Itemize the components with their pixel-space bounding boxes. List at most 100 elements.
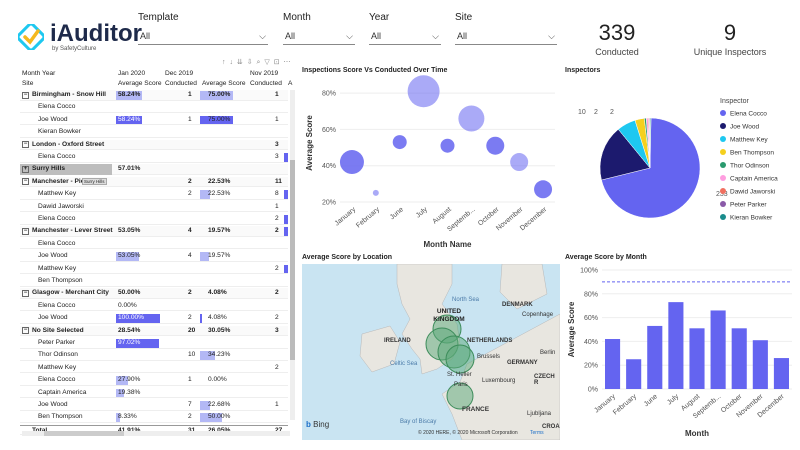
bubble-point[interactable]	[392, 135, 407, 150]
bubble-point[interactable]	[339, 150, 364, 175]
map-label: Celtic Sea	[390, 361, 418, 367]
bubble-point[interactable]	[372, 189, 379, 196]
table-row[interactable]: Matthew Key 2	[20, 264, 288, 275]
slicer-year-value: All	[371, 31, 382, 41]
row-label: Joe Wood	[38, 401, 68, 408]
header-dec-2019[interactable]: Dec 2019	[165, 70, 193, 77]
table-row[interactable]: Elena Cocco	[20, 102, 288, 114]
bubble-point[interactable]	[510, 153, 529, 172]
bar[interactable]	[647, 325, 663, 389]
legend-item[interactable]: Ben Thompson	[730, 150, 774, 157]
kpi-inspectors-value: 9	[723, 20, 737, 45]
table-row[interactable]: Joe Wood 100.00% 2 4.08% 2	[20, 313, 288, 324]
header-jan-2020[interactable]: Jan 2020	[118, 70, 145, 77]
bubble-point[interactable]	[534, 180, 553, 199]
bar[interactable]	[668, 302, 684, 389]
table-row[interactable]: Ben Thompson 8.33% 2 50.00%	[20, 412, 288, 424]
cell-conducted: 3	[275, 140, 279, 148]
table-row[interactable]: Elena Cocco	[20, 239, 288, 250]
map-terms-link[interactable]: Terms	[530, 430, 544, 436]
bar[interactable]	[752, 340, 768, 389]
x-tick-label: July	[415, 206, 429, 220]
legend-item[interactable]: Matthew Key	[730, 137, 768, 144]
bar[interactable]	[773, 358, 789, 389]
brand-sub: by SafetyCulture	[52, 46, 97, 52]
expand-icon[interactable]: +	[22, 165, 29, 173]
bar[interactable]	[626, 359, 642, 389]
slicer-year-dropdown[interactable]: All ⌵	[369, 28, 441, 45]
legend-marker	[720, 162, 726, 168]
avg-score-bar	[200, 314, 202, 323]
header-nov-2019[interactable]: Nov 2019	[250, 70, 278, 77]
header-site[interactable]: Site	[22, 80, 33, 87]
cell-conducted: 4	[188, 252, 192, 260]
kpi-conducted-value: 339	[598, 20, 636, 45]
map-bubble[interactable]	[445, 344, 475, 374]
matrix-toolbar[interactable]: ↑ ↓ ⇊ ⇩ ⌕ ▽ ⊡ ⋯	[222, 58, 292, 67]
table-row[interactable]: Captain America 19.38%	[20, 388, 288, 399]
bubble-point[interactable]	[458, 105, 485, 132]
matrix-scrollbar-thumb[interactable]	[290, 160, 295, 360]
table-row[interactable]: Elena Cocco 2	[20, 214, 288, 225]
collapse-icon[interactable]: −	[22, 91, 29, 99]
header-conducted-2[interactable]: Conducted	[250, 80, 282, 87]
chevron-down-icon: ⌵	[548, 31, 555, 41]
table-row[interactable]: Matthew Key 2	[20, 363, 288, 374]
legend-item[interactable]: Thor Odinson	[730, 163, 770, 170]
legend-item[interactable]: Elena Cocco	[730, 111, 767, 118]
table-row[interactable]: Elena Cocco 27.90% 1 0.00%	[20, 375, 288, 386]
matrix-hscrollbar[interactable]	[22, 431, 290, 436]
group-row[interactable]: − Manchester - Pic 2 22.53% 11 Surry Hills	[20, 176, 288, 188]
table-row[interactable]: Joe Wood 58.24% 1 75.00% 1	[20, 115, 288, 126]
table-row[interactable]: Ben Thompson	[20, 276, 288, 287]
header-avg-score-3[interactable]: A	[288, 80, 292, 87]
bar[interactable]	[605, 339, 621, 389]
header-avg-score-1[interactable]: Average Score	[118, 80, 162, 87]
legend-item[interactable]: Kieran Bowker	[730, 215, 773, 222]
table-row[interactable]: Dawid Jaworski 1	[20, 202, 288, 213]
header-avg-score-2[interactable]: Average Score	[202, 80, 246, 87]
table-row[interactable]: Elena Cocco 0.00%	[20, 301, 288, 312]
legend-item[interactable]: Dawid Jaworski	[730, 189, 775, 196]
bar[interactable]	[689, 328, 705, 389]
table-row[interactable]: Thor Odinson 10 34.23%	[20, 350, 288, 362]
matrix-hscrollbar-thumb[interactable]	[44, 431, 124, 436]
row-label: Elena Cocco	[38, 103, 76, 111]
table-row[interactable]: Joe Wood 7 22.68% 1	[20, 400, 288, 411]
group-row[interactable]: − Birmingham - Snow Hill 58.24% 1 75.00% 1	[20, 90, 288, 101]
legend-item[interactable]: Peter Parker	[730, 202, 767, 209]
table-row[interactable]: Elena Cocco 3	[20, 152, 288, 163]
legend-item[interactable]: Captain America	[730, 176, 778, 183]
table-row[interactable]: Matthew Key 2 22.53% 8	[20, 189, 288, 200]
collapse-icon[interactable]: −	[22, 178, 29, 186]
bing-icon: b	[306, 420, 311, 429]
group-row[interactable]: − London - Oxford Street 3	[20, 139, 288, 151]
slicer-month-dropdown[interactable]: All ⌵	[283, 28, 355, 45]
group-row[interactable]: − No Site Selected 28.54% 20 30.05% 3	[20, 325, 288, 337]
map-label: Paris	[454, 382, 468, 388]
legend-marker	[720, 201, 726, 207]
group-row[interactable]: + Surry Hills 57.01%	[20, 164, 288, 176]
group-row[interactable]: − Manchester - Lever Street 53.05% 4 19.57% 2	[20, 226, 288, 238]
bubble-point[interactable]	[440, 138, 455, 153]
bubble-point[interactable]	[407, 75, 440, 108]
location-map[interactable]: North Sea DENMARK UNITED KINGDOM Copenha…	[302, 264, 560, 440]
collapse-icon[interactable]: −	[22, 227, 29, 235]
collapse-icon[interactable]: −	[22, 327, 29, 335]
group-row[interactable]: − Glasgow - Merchant City 50.00% 2 4.08% 2	[20, 288, 288, 300]
slicer-site-dropdown[interactable]: All ⌵	[455, 28, 557, 45]
bubble-point[interactable]	[486, 136, 505, 155]
collapse-icon[interactable]: −	[22, 289, 29, 297]
collapse-icon[interactable]: −	[22, 141, 29, 149]
table-row[interactable]: Peter Parker 97.02%	[20, 338, 288, 349]
table-row[interactable]: Joe Wood 53.05% 4 19.57%	[20, 251, 288, 262]
slicer-template-dropdown[interactable]: All ⌵	[138, 28, 268, 45]
header-month-year[interactable]: Month Year	[22, 70, 55, 77]
table-row[interactable]: Kieran Bowker	[20, 127, 288, 138]
bar[interactable]	[710, 310, 726, 389]
legend-item[interactable]: Joe Wood	[730, 124, 760, 131]
cell-avg-score: 4.08%	[208, 314, 227, 322]
map-label: North Sea	[452, 297, 480, 303]
bar[interactable]	[731, 328, 747, 389]
header-conducted-1[interactable]: Conducted	[165, 80, 197, 87]
